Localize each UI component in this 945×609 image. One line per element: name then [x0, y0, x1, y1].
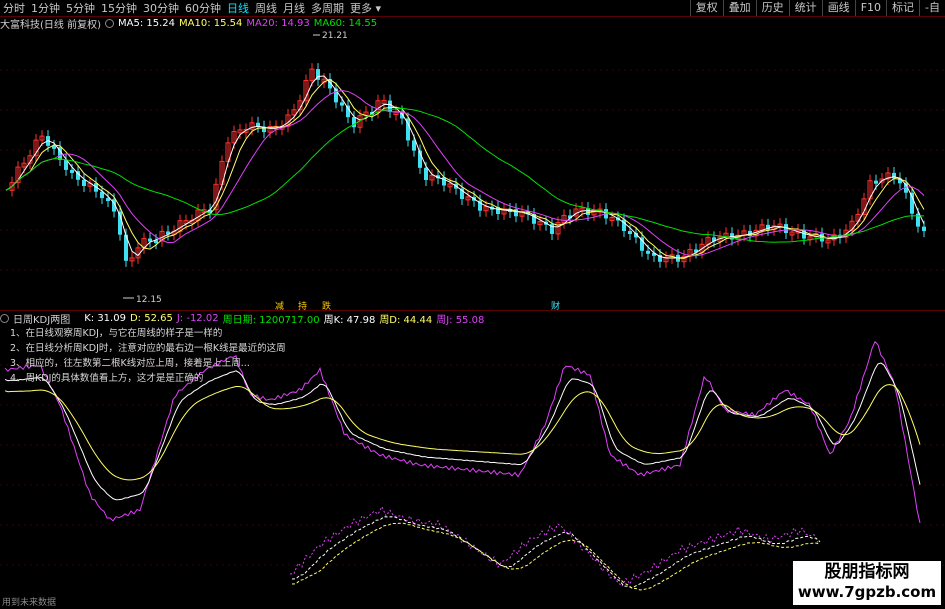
draw-line-button[interactable]: 画线	[821, 0, 855, 16]
candle-body-down	[646, 250, 650, 254]
candle-body-down	[70, 169, 74, 173]
settings-circle-icon[interactable]	[104, 19, 114, 28]
event-marker-cai[interactable]: 财	[551, 300, 560, 310]
period-tab-multi[interactable]: 多周期	[308, 0, 347, 16]
kdj-j-value: J: -12.02	[176, 313, 219, 324]
auto-button[interactable]: -自	[919, 0, 945, 16]
event-marker-chi[interactable]: 持	[298, 300, 307, 310]
period-tab-fenshi[interactable]: 分时	[0, 0, 28, 16]
period-tab-weekly[interactable]: 周线	[252, 0, 280, 16]
stats-button[interactable]: 统计	[788, 0, 822, 16]
period-tab-30min[interactable]: 30分钟	[140, 0, 182, 16]
candle-body-down	[874, 180, 878, 184]
f10-button[interactable]: F10	[854, 0, 886, 16]
candle-body-down	[82, 179, 86, 187]
note-line: 3、相应的，往左数第二根K线对应上周，接着是上上周...	[10, 358, 250, 369]
period-tab-15min[interactable]: 15分钟	[98, 0, 140, 16]
candle-body-down	[424, 167, 428, 180]
event-marker-jian[interactable]: 减	[275, 300, 284, 310]
candle-body-down	[352, 117, 356, 128]
week-j-value: 周J: 55.08	[436, 315, 485, 326]
candle-body-down	[628, 231, 632, 235]
period-toolbar: 分时 1分钟 5分钟 15分钟 30分钟 60分钟 日线 周线 月线 多周期 更…	[0, 0, 945, 17]
ma10-value: MA10: 15.54	[179, 18, 243, 29]
candle-body-down	[922, 226, 926, 232]
period-tab-daily[interactable]: 日线	[224, 0, 252, 16]
week-d-line	[291, 522, 821, 591]
main-chart-legend: 大富科技(日线 前复权) MA5: 15.24 MA10: 15.54 MA20…	[0, 17, 381, 31]
candlestick-chart[interactable]: 21.21 12.15 减 持 跌 财	[0, 30, 945, 310]
indicator-notes: 1、在日线观察周KDJ，与它在周线的样子是一样的 2、在日线分析周KDJ时，注意…	[10, 326, 286, 386]
high-price-label: 21.21	[322, 31, 348, 41]
kdj-d-value: D: 52.65	[129, 313, 173, 324]
low-price-label: 12.15	[136, 295, 162, 305]
week-k-value: 周K: 47.98	[323, 315, 376, 326]
ma60-value: MA60: 14.55	[313, 18, 378, 29]
period-tab-monthly[interactable]: 月线	[280, 0, 308, 16]
period-tab-60min[interactable]: 60分钟	[182, 0, 224, 16]
note-line: 2、在日线分析周KDJ时，注意对应的最右边一根K线是最近的这周	[10, 343, 286, 354]
overlay-button[interactable]: 叠加	[722, 0, 756, 16]
chevron-down-icon: ▾	[375, 2, 382, 15]
stock-title: 大富科技(日线 前复权)	[0, 20, 101, 31]
candle-body-down	[346, 105, 350, 118]
period-tab-more[interactable]: 更多 ▾	[347, 0, 384, 16]
right-toolbar: 复权 叠加 历史 统计 画线 F10 标记 -自	[689, 0, 945, 16]
indicator-settings-icon[interactable]	[0, 314, 9, 323]
ma20-value: MA20: 14.93	[246, 18, 310, 29]
period-tab-5min[interactable]: 5分钟	[63, 0, 98, 16]
note-line: 4、周KDJ的具体数值看上方，这才是是正确的	[10, 373, 204, 384]
ma5-value: MA5: 15.24	[117, 18, 175, 29]
kdj-k-value: K: 31.09	[84, 313, 126, 324]
candle-body-down	[340, 102, 344, 106]
candle-body-down	[388, 100, 392, 112]
note-line: 1、在日线观察周KDJ，与它在周线的样子是一样的	[10, 328, 223, 339]
watermark-url: www.7gpzb.com	[797, 583, 937, 601]
indicator-legend: 日周KDJ两图 K: 31.09 D: 52.65 J: -12.02 周日期:…	[0, 312, 488, 326]
week-d-value: 周D: 44.44	[379, 315, 433, 326]
candle-body-down	[412, 140, 416, 151]
kdj-d-line	[4, 384, 921, 481]
future-data-note: 用到未来数据	[2, 598, 57, 608]
site-watermark: 股朋指标网 www.7gpzb.com	[793, 561, 941, 605]
period-tab-1min[interactable]: 1分钟	[28, 0, 63, 16]
event-marker-die[interactable]: 跌	[322, 301, 331, 310]
history-button[interactable]: 历史	[755, 0, 789, 16]
more-label: 更多	[350, 2, 372, 15]
fuquan-button[interactable]: 复权	[689, 0, 723, 16]
mark-button[interactable]: 标记	[886, 0, 919, 16]
week-date-value: 周日期: 1200717.00	[222, 315, 320, 326]
watermark-name: 股朋指标网	[824, 562, 910, 582]
indicator-title: 日周KDJ两图	[13, 315, 71, 326]
